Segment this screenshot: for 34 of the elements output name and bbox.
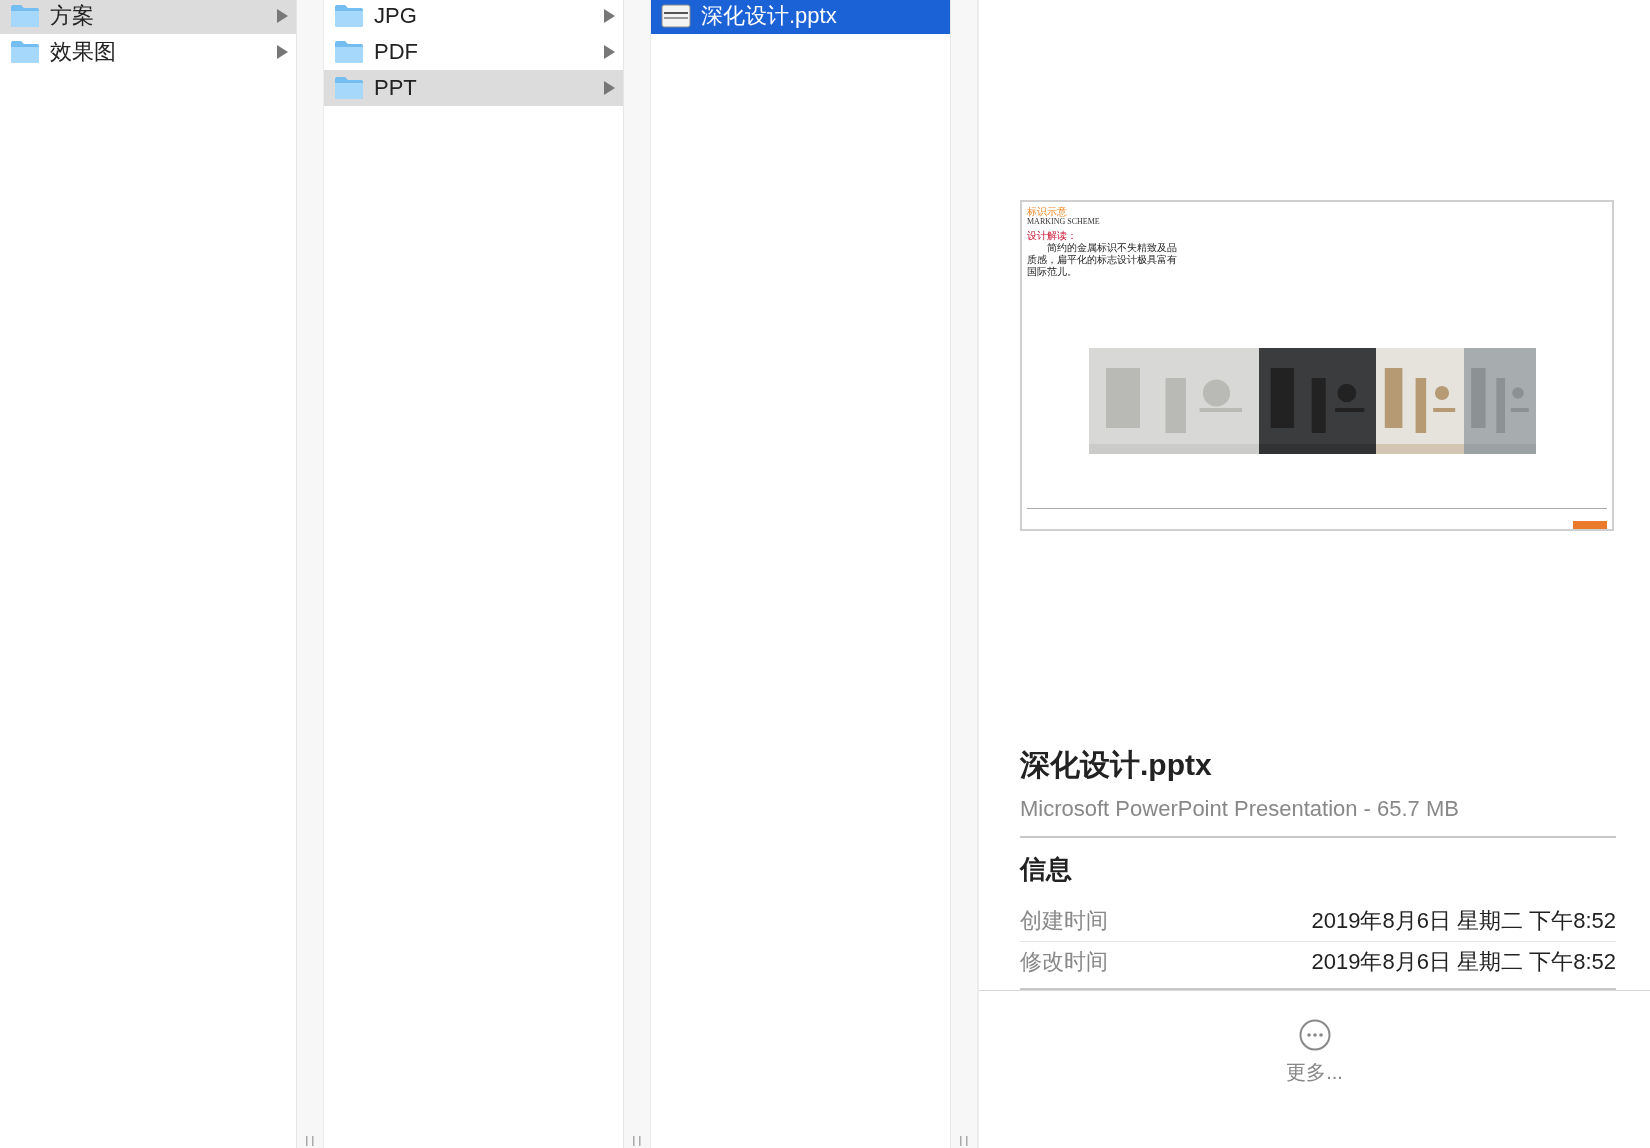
slide-label: 设计解读： (1027, 230, 1078, 242)
info-label: 修改时间 (1020, 948, 1108, 976)
slide-heading: 标识示意 (1027, 206, 1068, 217)
file-row[interactable]: 深化设计.pptx (651, 0, 950, 34)
document-icon (661, 4, 691, 28)
disclosure-arrow-icon (277, 45, 288, 59)
disclosure-arrow-icon (604, 81, 615, 95)
folder-icon (334, 76, 364, 100)
folder-row[interactable]: JPG (324, 0, 623, 34)
resize-handle-icon (306, 1136, 314, 1146)
info-label: 创建时间 (1020, 907, 1108, 935)
logo-mark (1573, 521, 1607, 529)
folder-icon (10, 40, 40, 64)
resize-handle-icon (633, 1136, 641, 1146)
more-label[interactable]: 更多... (1286, 1059, 1343, 1086)
folder-icon (334, 40, 364, 64)
folder-row[interactable]: PPT (324, 70, 623, 106)
disclosure-arrow-icon (604, 45, 615, 59)
info-value: 2019年8月6日 星期二 下午8:52 (1311, 907, 1616, 935)
folder-icon (334, 4, 364, 28)
more-icon[interactable] (1298, 1019, 1331, 1051)
disclosure-arrow-icon (277, 9, 288, 23)
resize-handle-icon (960, 1136, 968, 1146)
slide-subheading: MARKING SCHEME (1027, 217, 1101, 226)
disclosure-arrow-icon (604, 9, 615, 23)
info-heading: 信息 (1020, 853, 1073, 886)
folder-row[interactable]: 效果图 (0, 34, 296, 70)
info-value: 2019年8月6日 星期二 下午8:52 (1311, 948, 1616, 976)
file-subtitle: Microsoft PowerPoint Presentation - 65.7 MB (1020, 796, 1616, 838)
folder-row[interactable]: PDF (324, 34, 623, 70)
file-title: 深化设计.pptx (1020, 747, 1213, 783)
folder-row[interactable]: 方案 (0, 0, 296, 34)
slide-body-text: 简约的金属标识不失精致及品质感，扁平化的标志设计极具富有国际范儿。 (1027, 242, 1177, 278)
folder-icon (10, 4, 40, 28)
